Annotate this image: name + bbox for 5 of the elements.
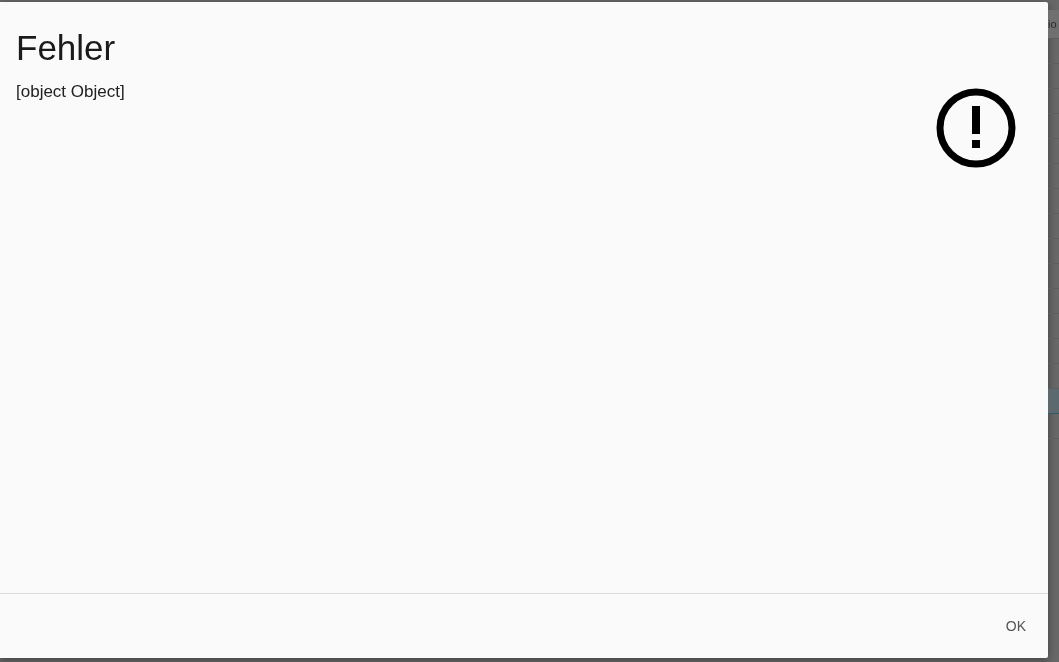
warning-icon xyxy=(936,88,1016,168)
error-message: [object Object] xyxy=(16,82,125,102)
column-header: io xyxy=(1048,18,1057,30)
ok-button[interactable]: OK xyxy=(997,612,1034,640)
dialog-title: Fehler xyxy=(16,28,117,68)
